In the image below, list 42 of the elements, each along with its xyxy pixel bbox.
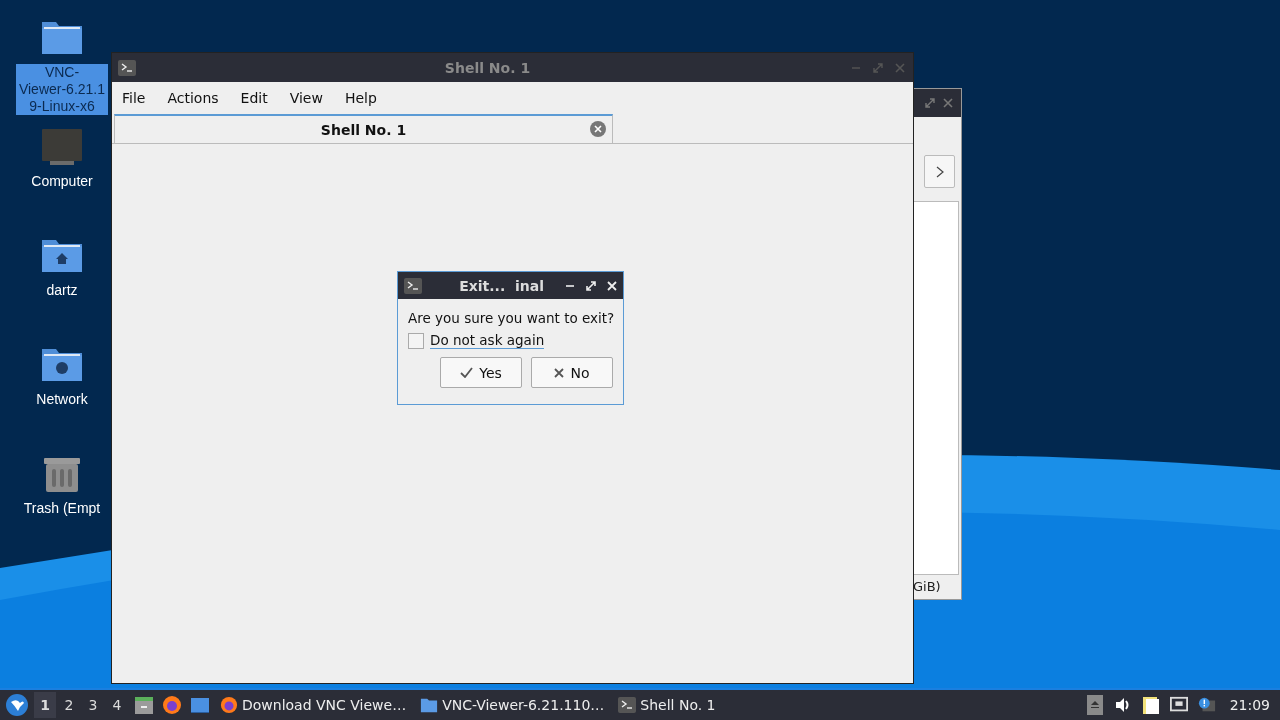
folder-icon [420,696,439,714]
window-title: Shell No. 1 [443,59,532,76]
terminal-icon [618,696,637,714]
desktop-icon[interactable] [190,695,210,715]
checkbox-label[interactable]: Do not ask again [430,332,545,349]
terminal-icon [118,59,136,76]
terminal-icon [404,277,422,294]
browser-icon [220,696,238,714]
browser-icon[interactable] [162,695,182,715]
menu-item[interactable]: File [122,89,157,106]
workspace-button[interactable]: 3 [82,692,104,718]
desktop-icon-label[interactable]: Trash (Empt [23,500,101,517]
close-icon [554,367,565,378]
menu-item[interactable]: Help [344,89,388,106]
menu-item[interactable]: Actions [167,89,230,106]
workspace-button[interactable]: 1 [34,692,56,718]
clipboard-icon[interactable] [1141,695,1160,715]
workspace-button[interactable]: 2 [58,692,80,718]
eject-icon[interactable] [1085,695,1104,715]
tab[interactable]: Shell No. 1 [114,114,613,143]
taskbar-button[interactable]: Download VNC Viewe… [214,691,415,719]
menu-item[interactable]: Edit [240,89,279,106]
checkbox[interactable] [408,332,424,349]
dialog-title: Exit... inal [458,277,544,294]
clock[interactable]: 21:09 [1229,697,1270,713]
desktop-icon-label[interactable]: Computer [31,173,93,190]
desktop-icon-label[interactable]: VNC- Viewer-6.21.1 9-Linux-x6 [16,64,108,115]
taskbar-button[interactable]: Shell No. 1 [612,691,724,719]
file-cabinet-icon[interactable] [134,695,154,715]
taskbar-button[interactable]: VNC-Viewer-6.21.110… [414,691,613,719]
start-menu-icon[interactable] [6,694,28,716]
checkmark-icon [460,367,474,378]
workspace-button[interactable]: 4 [106,692,128,718]
menu-item[interactable]: View [289,89,334,106]
desktop-icon-label[interactable]: dartz [46,282,78,299]
monitor-icon[interactable] [42,127,82,167]
no-button[interactable]: No [531,357,613,388]
status-text: GiB) [913,579,941,594]
chevron-icon [935,165,944,178]
yes-button[interactable]: Yes [440,357,522,388]
message-text: Are you sure you want to exit? [408,310,616,326]
desktop-icon-label[interactable]: Network [36,391,88,408]
